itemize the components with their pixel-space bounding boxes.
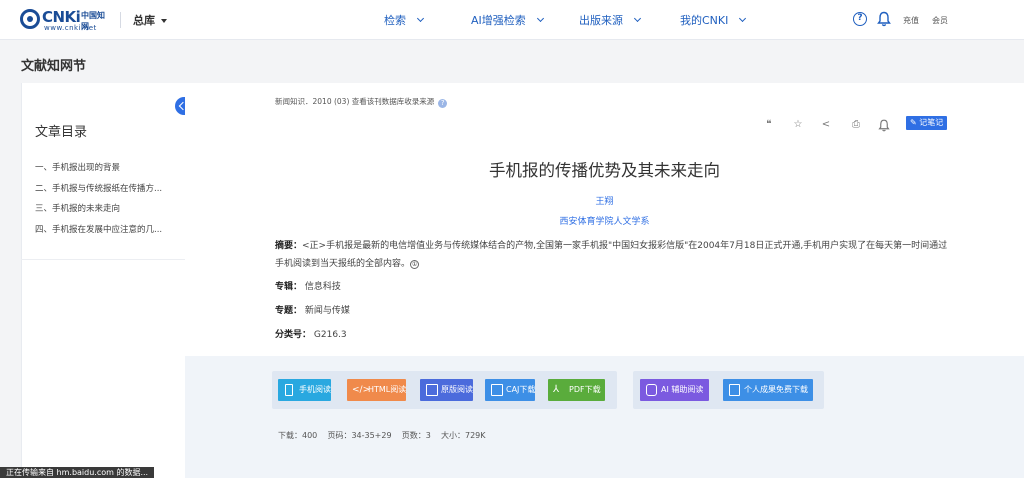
subscribe-bell-icon[interactable] <box>878 119 890 132</box>
download-icon <box>729 384 740 396</box>
chevron-down-icon <box>416 14 425 23</box>
abstract-label: 摘要： <box>275 241 303 251</box>
breadcrumb[interactable]: 新闻知识．2010 (03) 查看该刊数据库收录来源? <box>275 96 448 108</box>
mobile-read-button[interactable]: 手机阅读 <box>278 379 331 401</box>
organization-link[interactable]: 西安体育学院人文学系 <box>185 214 1024 227</box>
cnki-logo[interactable]: CNKi 中国知网 www.cnki.net <box>20 8 110 32</box>
nav-ai-search[interactable]: AI增强检索 <box>471 12 544 28</box>
nav-search[interactable]: 检索 <box>384 12 425 28</box>
article-title: 手机报的传播优势及其未来走向 <box>489 161 720 180</box>
print-icon[interactable]: ⎙ <box>849 118 863 132</box>
ai-icon <box>646 384 657 396</box>
toc-item[interactable]: 二、手机报与传统报纸在传播方... <box>35 182 183 194</box>
field-value[interactable]: 新闻与传媒 <box>305 306 350 316</box>
article-stats: 下载：400 页码：34-35+29 页数：3 大小：729K <box>278 431 486 440</box>
top-bar: CNKi 中国知网 www.cnki.net 总库 检索 AI增强检索 出版来源… <box>0 0 1024 40</box>
abstract: 摘要：<正>手机报是最新的电信增值业务与传统媒体结合的产物,全国第一家手机报"中… <box>275 237 955 273</box>
browser-status-bar: 正在传输来自 hm.baidu.com 的数据... <box>0 467 155 478</box>
ai-tools-group: AI 辅助阅读 个人成果免费下载 <box>633 371 824 409</box>
pencil-icon: ✎ <box>910 118 920 127</box>
page-title: 文献知网节 <box>21 59 87 74</box>
ai-assist-read-label: AI 辅助阅读 <box>661 385 704 394</box>
field-classification: 分类号： G216.3 <box>275 326 347 344</box>
take-note-button[interactable]: ✎ 记笔记 <box>906 116 948 130</box>
download-area: 手机阅读 </> HTML阅读 原版阅读 CAJ下载 ⅄ PDF下载 AI 辅助阅读… <box>185 356 1024 478</box>
original-read-label: 原版阅读 <box>441 385 473 394</box>
nav-publications[interactable]: 出版来源 <box>579 12 642 28</box>
abstract-text: <正>手机报是最新的电信增值业务与传统媒体结合的产物,全国第一家手机报"中国妇女… <box>275 241 948 269</box>
nav-ai-search-label: AI增强检索 <box>471 14 526 27</box>
pdf-icon: ⅄ <box>553 384 560 395</box>
ai-assist-read-button[interactable]: AI 辅助阅读 <box>640 379 710 401</box>
field-value: G216.3 <box>313 330 347 340</box>
html-read-label: HTML阅读 <box>368 385 407 394</box>
toc-item[interactable]: 三、手机报的未来走向 <box>35 202 183 214</box>
field-topic: 专题： 新闻与传媒 <box>275 302 350 320</box>
free-download-label: 个人成果免费下载 <box>744 385 808 394</box>
field-album: 专辑： 信息科技 <box>275 278 341 296</box>
author-name: 王翔 <box>595 197 614 207</box>
field-label: 分类号： <box>275 330 312 340</box>
html-read-button[interactable]: </> HTML阅读 <box>347 379 407 401</box>
star-icon[interactable]: ☆ <box>791 118 805 132</box>
question-circle-icon[interactable]: ? <box>853 12 867 26</box>
pdf-download-button[interactable]: ⅄ PDF下载 <box>548 379 605 401</box>
caret-down-icon <box>161 19 167 23</box>
logo-url: www.cnki.net <box>44 24 97 32</box>
toc-item[interactable]: 一、手机报出现的背景 <box>35 161 183 173</box>
divider <box>120 12 121 28</box>
organization-name: 西安体育学院人文学系 <box>559 217 650 227</box>
nav-my-cnki-label: 我的CNKI <box>680 14 729 27</box>
article-panel: 新闻知识．2010 (03) 查看该刊数据库收录来源? ❝ ☆ < ⎙ ✎ 记笔… <box>185 83 1024 478</box>
chevron-down-icon <box>739 14 747 23</box>
field-label: 专题： <box>275 306 303 316</box>
nav-my-cnki[interactable]: 我的CNKI <box>680 12 747 28</box>
nav-publications-label: 出版来源 <box>579 14 623 27</box>
book-icon <box>426 384 438 396</box>
code-icon: </> <box>352 385 371 395</box>
divider <box>21 259 185 260</box>
database-select[interactable]: 总库 <box>133 12 167 28</box>
open-book-icon <box>491 384 503 396</box>
member-link[interactable]: 会员 <box>932 15 948 26</box>
footnote-marker-text: ① <box>411 261 418 268</box>
mobile-icon <box>285 384 293 396</box>
quote-icon[interactable]: ❝ <box>762 118 776 132</box>
toc-item[interactable]: 四、手机报在发展中应注意的几... <box>35 223 183 235</box>
nav-search-label: 检索 <box>384 14 406 27</box>
read-download-group: 手机阅读 </> HTML阅读 原版阅读 CAJ下载 ⅄ PDF下载 <box>272 371 617 409</box>
breadcrumb-text: 新闻知识．2010 (03) 查看该刊数据库收录来源 <box>275 97 435 106</box>
share-icon[interactable]: < <box>819 118 833 132</box>
pdf-download-label: PDF下载 <box>569 385 601 394</box>
recharge-link[interactable]: 充值 <box>903 15 919 26</box>
author-link[interactable]: 王翔 <box>185 194 1024 207</box>
toc-sidebar: 文章目录 一、手机报出现的背景 二、手机报与传统报纸在传播方... 三、手机报的… <box>21 83 185 478</box>
bell-icon[interactable] <box>877 11 891 27</box>
chevron-down-icon <box>536 14 544 23</box>
take-note-label: 记笔记 <box>919 118 944 127</box>
caj-download-button[interactable]: CAJ下载 <box>485 379 536 401</box>
field-label: 专辑： <box>275 282 303 292</box>
help-icon[interactable]: ? <box>438 99 448 108</box>
database-select-label: 总库 <box>133 14 155 27</box>
logo-mark <box>20 9 40 29</box>
field-value[interactable]: 信息科技 <box>305 282 341 292</box>
chevron-down-icon <box>633 14 642 23</box>
original-read-button[interactable]: 原版阅读 <box>420 379 473 401</box>
mobile-read-label: 手机阅读 <box>299 385 331 394</box>
footnote-marker: ① <box>410 260 420 269</box>
caj-download-label: CAJ下载 <box>506 385 536 394</box>
toc-title: 文章目录 <box>35 125 88 140</box>
free-download-button[interactable]: 个人成果免费下载 <box>723 379 813 401</box>
